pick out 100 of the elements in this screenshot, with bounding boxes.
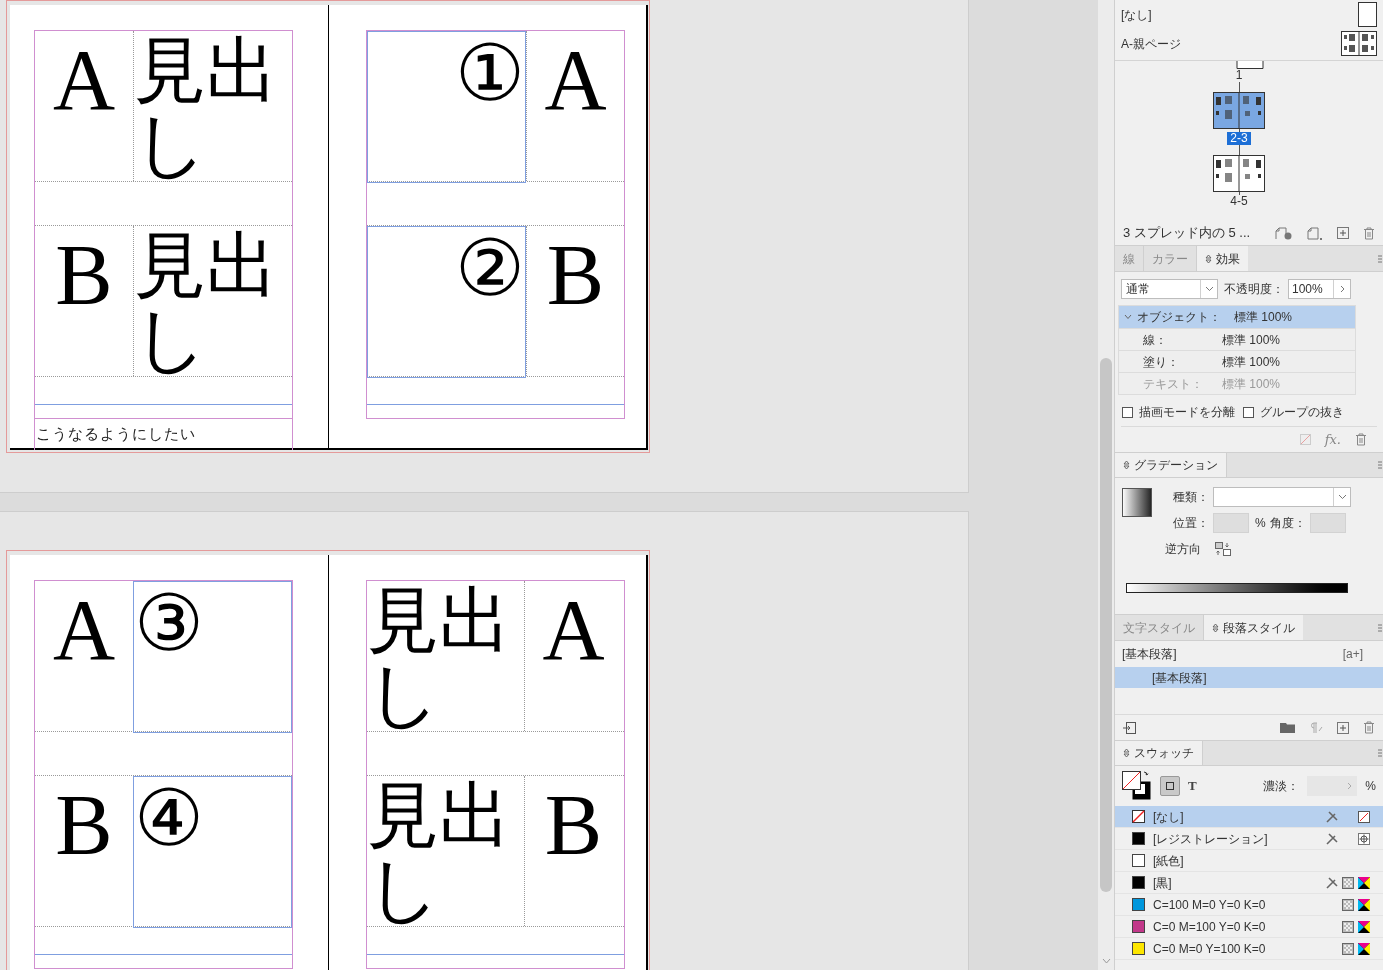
chevron-icon[interactable] (1124, 314, 1132, 320)
fill-stroke-icon[interactable] (1122, 771, 1152, 801)
style-list-item[interactable]: [基本段落] (1115, 667, 1383, 688)
letter-text: A (51, 581, 117, 680)
swatch-row[interactable]: C=0 M=100 Y=0 K=0 (1115, 916, 1383, 938)
updown-icon (1212, 622, 1219, 633)
parent-page-label[interactable]: [なし] (1121, 5, 1152, 24)
letter-text: A (51, 31, 117, 130)
letter-text: B (524, 776, 622, 926)
updown-icon (1205, 253, 1212, 264)
text-button[interactable]: T (1188, 776, 1197, 796)
circled-number: ③ (134, 584, 204, 662)
panel-tab[interactable]: グラデーション (1115, 453, 1227, 477)
percent-label: % (1255, 515, 1266, 532)
caption-text: こうなるようにしたい (36, 425, 196, 442)
position-label: 位置： (1173, 515, 1209, 532)
process-type-icon (1342, 898, 1354, 911)
new-page-icon[interactable] (1337, 227, 1349, 239)
heading-text: 見出し (133, 226, 290, 376)
panel-menu-icon[interactable] (1378, 623, 1382, 632)
checkbox[interactable] (1122, 406, 1133, 418)
panel-menu-icon[interactable] (1378, 461, 1382, 469)
swatch-row[interactable]: C=100 M=0 Y=0 K=0 (1115, 894, 1383, 916)
cmyk-icon (1358, 898, 1370, 911)
letter-text: B (54, 226, 114, 325)
gradient-type-dropdown[interactable] (1213, 487, 1351, 507)
page-count-text: 3 スプレッド内の 5 ... (1123, 224, 1252, 243)
effect-level-row[interactable]: オブジェクト： 標準 100% (1119, 306, 1355, 328)
percent-label: % (1365, 778, 1376, 795)
none-type-icon (1358, 810, 1370, 823)
checkbox-label[interactable]: 描画モードを分離 (1139, 403, 1235, 421)
reverse-gradient-icon[interactable] (1215, 541, 1232, 557)
clear-effects-icon[interactable] (1299, 434, 1311, 446)
swatch-row[interactable]: [なし] (1115, 806, 1383, 828)
registration-icon (1358, 832, 1370, 845)
trash-icon[interactable] (1355, 433, 1367, 447)
letter-text: A (524, 581, 622, 731)
checkbox[interactable] (1243, 406, 1254, 418)
process-type-icon (1342, 942, 1354, 955)
heading-text: 見出し (133, 31, 290, 181)
trash-icon[interactable] (1363, 721, 1375, 734)
letter-text: A (526, 31, 624, 181)
load-styles-icon[interactable] (1123, 721, 1137, 734)
parent-page-label[interactable]: A-親ページ (1121, 34, 1181, 53)
square-icon (1165, 781, 1175, 791)
chevron-right-icon (1339, 285, 1345, 293)
tint-field[interactable] (1307, 776, 1358, 796)
gradient-preview-icon (1122, 488, 1152, 517)
swatch-row[interactable]: [紙色] (1115, 850, 1383, 872)
process-type-icon (1342, 920, 1354, 933)
process-type-icon (1342, 876, 1354, 889)
new-style-icon[interactable] (1337, 721, 1349, 734)
chevron-right-icon (1347, 782, 1353, 790)
page-number-label[interactable]: 4-5 (1227, 195, 1251, 208)
opacity-label: 不透明度： (1224, 281, 1284, 298)
circled-number: ② (455, 229, 525, 307)
letter-text: B (526, 226, 624, 376)
checkbox-label[interactable]: グループの抜き (1260, 403, 1344, 421)
page-thumbnail-icon (1358, 2, 1377, 27)
chevron-down-icon (1337, 494, 1347, 500)
panel-menu-icon[interactable] (1378, 254, 1382, 263)
heading-text: 見出し (367, 776, 512, 926)
current-style-label: [基本段落] (1122, 646, 1177, 663)
reverse-label: 逆方向 (1165, 541, 1201, 558)
circled-number: ④ (134, 779, 204, 857)
page-number-label[interactable]: 2-3 (1227, 132, 1251, 145)
blend-mode-dropdown[interactable]: 通常 (1121, 279, 1218, 299)
updown-icon (1123, 748, 1130, 758)
none-swatch-icon (1132, 810, 1145, 823)
type-label: 種類： (1173, 489, 1209, 506)
angle-field[interactable] (1309, 513, 1346, 533)
swatch-row[interactable]: [黒] (1115, 872, 1383, 894)
clear-overrides-icon[interactable] (1309, 721, 1323, 734)
cmyk-icon (1358, 876, 1370, 889)
opacity-field[interactable]: 100% (1288, 279, 1351, 299)
spread-thumbnail-drawing[interactable] (1213, 155, 1265, 192)
cmyk-icon (1358, 942, 1370, 955)
panel-tab[interactable]: 段落スタイル (1204, 615, 1303, 640)
scroll-down-icon[interactable] (1102, 958, 1111, 964)
page-number-label[interactable]: 1 (1232, 69, 1246, 82)
trash-icon[interactable] (1363, 226, 1375, 240)
panel-menu-icon[interactable] (1378, 749, 1382, 757)
position-field[interactable] (1213, 513, 1249, 533)
page-thumbnail-drawing[interactable] (1236, 61, 1264, 69)
heading-text: 見出し (367, 581, 512, 731)
panel-tab[interactable]: スウォッチ (1115, 741, 1203, 765)
swatch-row[interactable]: C=0 M=0 Y=100 K=0 (1115, 938, 1383, 960)
container-button[interactable] (1160, 776, 1180, 796)
swatch-row[interactable]: [レジストレーション] (1115, 828, 1383, 850)
page-size-icon[interactable] (1275, 226, 1293, 240)
letter-text: B (54, 776, 114, 875)
scrollbar-thumb[interactable] (1100, 358, 1112, 892)
spread-thumbnail-drawing[interactable] (1213, 92, 1265, 129)
panel-tab[interactable]: 効果 (1197, 246, 1248, 271)
gradient-ramp[interactable] (1126, 583, 1348, 593)
tint-label: 濃淡： (1263, 778, 1300, 795)
new-style-button[interactable]: [a+] (1342, 645, 1363, 663)
spread-thumbnail-drawing (1341, 31, 1377, 56)
parent-page-icon[interactable] (1307, 226, 1323, 240)
folder-icon[interactable] (1280, 722, 1295, 733)
